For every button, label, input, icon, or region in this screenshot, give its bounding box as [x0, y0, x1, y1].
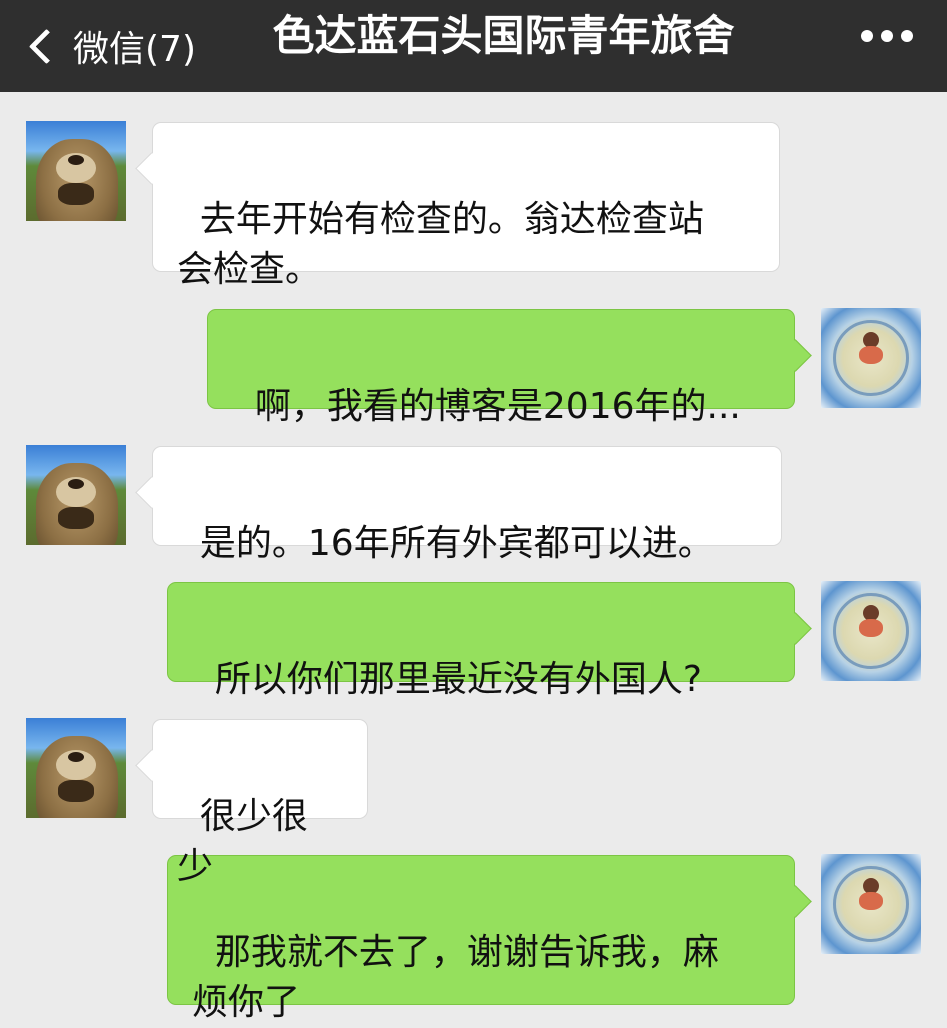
message-bubble-received[interactable]: 很少很少 — [152, 719, 368, 887]
my-avatar[interactable] — [821, 854, 921, 954]
message-bubble-sent[interactable]: 啊，我看的博客是2016年的... — [207, 309, 795, 427]
message-text: 是的。16年所有外宾都可以进。 — [199, 523, 714, 564]
message-text: 啊，我看的博客是2016年的... — [254, 386, 741, 427]
more-options-button[interactable] — [861, 30, 913, 42]
contact-avatar[interactable] — [26, 445, 126, 545]
message-bubble-received[interactable]: 去年开始有检查的。翁达检查站 会检查。 — [152, 122, 780, 290]
nav-bar: 微信(7) 色达蓝石头国际青年旅舍 — [0, 0, 947, 92]
more-dot-icon — [881, 30, 893, 42]
message-text: 去年开始有检查的。翁达检查站 会检查。 — [177, 199, 704, 290]
contact-avatar[interactable] — [26, 718, 126, 818]
message-bubble-received[interactable]: 是的。16年所有外宾都可以进。 — [152, 446, 782, 564]
chat-title: 色达蓝石头国际青年旅舍 — [272, 11, 735, 60]
message-text: 那我就不去了，谢谢告诉我，麻 烦你了 — [192, 932, 719, 1023]
my-avatar[interactable] — [821, 581, 921, 681]
contact-avatar[interactable] — [26, 121, 126, 221]
message-bubble-sent[interactable]: 所以你们那里最近没有外国人? — [167, 582, 795, 700]
my-avatar[interactable] — [821, 308, 921, 408]
more-dot-icon — [861, 30, 873, 42]
more-dot-icon — [901, 30, 913, 42]
message-text: 所以你们那里最近没有外国人? — [214, 659, 702, 700]
message-bubble-sent[interactable]: 那我就不去了，谢谢告诉我，麻 烦你了 — [167, 855, 795, 1023]
